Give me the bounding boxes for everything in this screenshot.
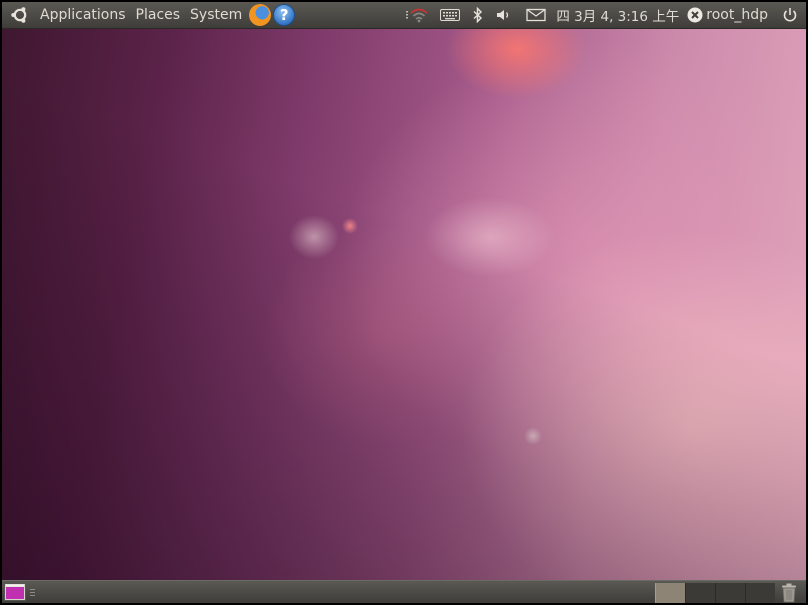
show-desktop-icon[interactable]	[4, 583, 26, 601]
user-menu[interactable]: root_hdp	[683, 7, 772, 23]
menu-applications[interactable]: Applications	[35, 2, 131, 29]
menu-places[interactable]: Places	[131, 2, 186, 29]
bottom-panel	[2, 580, 806, 603]
workspace-2[interactable]	[685, 583, 715, 603]
bluetooth-icon[interactable]	[466, 2, 490, 29]
menu-system[interactable]: System	[185, 2, 247, 29]
volume-icon[interactable]	[490, 2, 520, 29]
workspace-3[interactable]	[715, 583, 745, 603]
firefox-icon[interactable]	[249, 4, 272, 26]
user-name: root_hdp	[706, 7, 768, 23]
top-panel: Applications Places System ? 四 3月 4, 3:1…	[2, 2, 806, 29]
workspace-4[interactable]	[745, 583, 775, 603]
workspace-switcher	[655, 583, 775, 603]
help-icon[interactable]: ?	[273, 4, 296, 26]
notification-area	[400, 2, 552, 29]
trash-icon[interactable]	[778, 582, 800, 603]
keyboard-icon[interactable]	[434, 2, 466, 29]
status-offline-icon	[687, 7, 703, 23]
desktop-wallpaper[interactable]	[2, 29, 806, 580]
mail-icon[interactable]	[520, 2, 552, 29]
workspace-1[interactable]	[655, 583, 685, 603]
screen: Applications Places System ? 四 3月 4, 3:1…	[2, 2, 806, 603]
network-wireless-icon[interactable]	[400, 2, 434, 29]
ubuntu-logo-icon[interactable]	[8, 3, 32, 27]
clock[interactable]: 四 3月 4, 3:16 上午	[552, 5, 683, 25]
panel-drag-handle[interactable]	[30, 585, 36, 599]
power-icon[interactable]	[772, 2, 806, 29]
